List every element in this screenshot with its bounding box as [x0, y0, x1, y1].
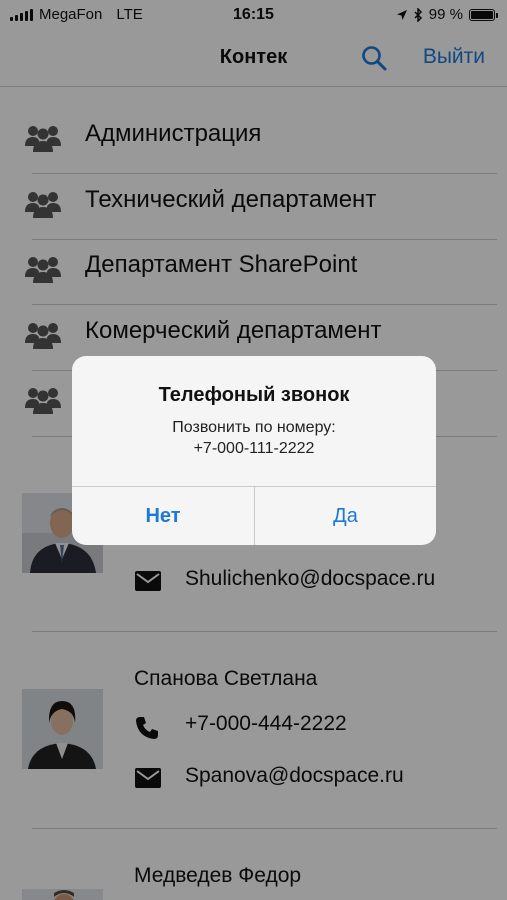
cancel-button[interactable]: Нет [72, 487, 254, 545]
confirm-button[interactable]: Да [254, 487, 436, 545]
dialog-buttons: Нет Да [72, 486, 436, 545]
call-confirmation-dialog: Телефоный звонок Позвонить по номеру: +7… [72, 356, 436, 545]
dialog-title: Телефоный звонок [158, 384, 350, 406]
dialog-message: Позвонить по номеру: +7-000-111-2222 [72, 417, 436, 459]
dialog-phone-number: +7-000-111-2222 [193, 440, 315, 457]
dialog-message-line: Позвонить по номеру: [172, 419, 336, 436]
